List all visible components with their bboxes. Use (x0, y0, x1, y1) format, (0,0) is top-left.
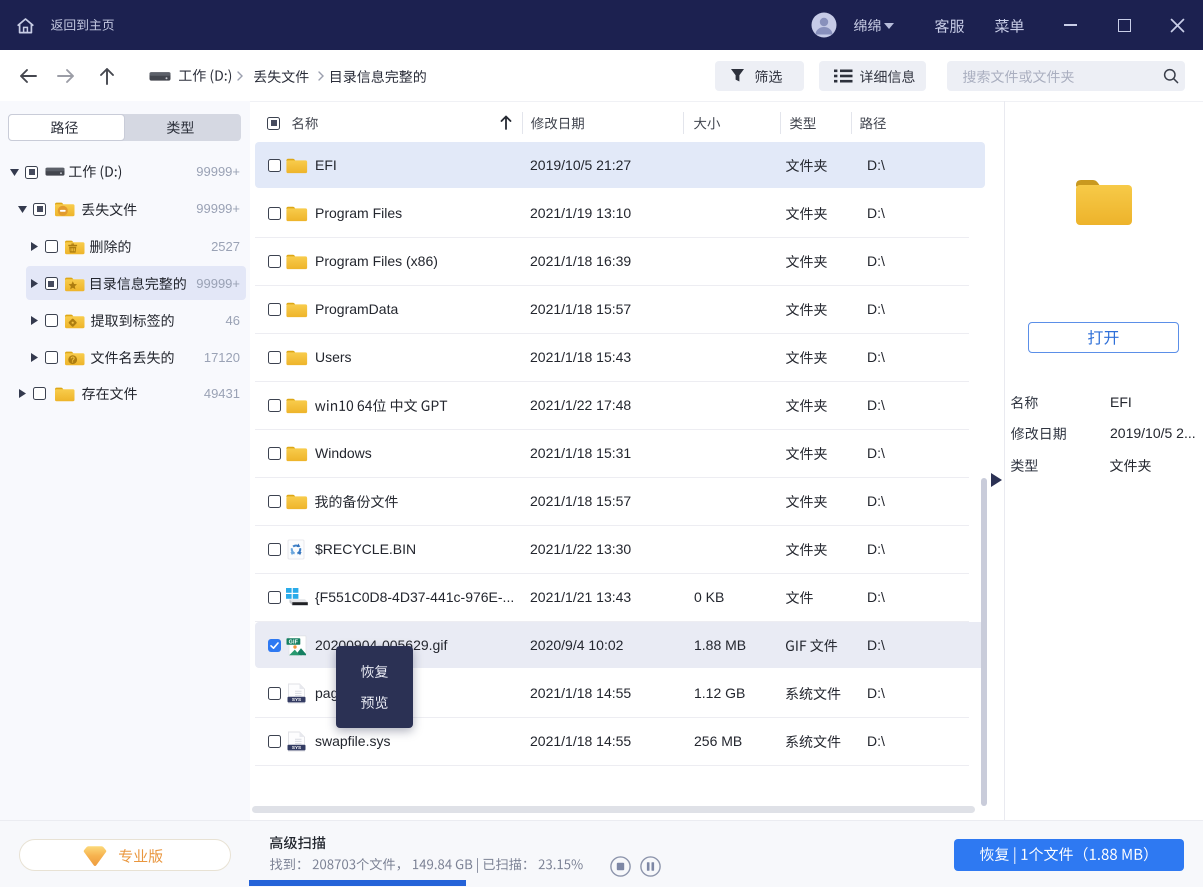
svg-text:?: ? (70, 355, 75, 364)
svg-text:GIF: GIF (289, 639, 299, 645)
svg-text:SYS: SYS (292, 697, 301, 702)
svg-text:SYS: SYS (292, 745, 301, 750)
